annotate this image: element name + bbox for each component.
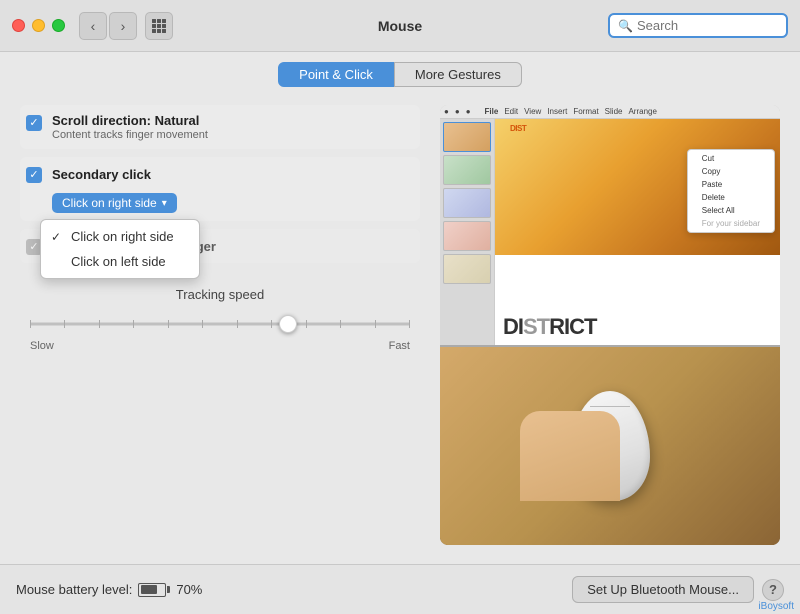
dropdown-label: Click on right side (62, 196, 157, 210)
secondary-click-dropdown[interactable]: Click on right side ▾ (52, 193, 177, 213)
main-content: ✓ Scroll direction: Natural Content trac… (0, 95, 800, 555)
iboysoft-credit: iBoysoft (758, 601, 794, 612)
close-button[interactable] (12, 19, 25, 32)
screen-main-area: DIST Cut Copy Paste Delete Select All Fo… (495, 119, 780, 345)
screen-sidebar (440, 119, 495, 345)
tracking-label: Tracking speed (30, 287, 410, 302)
battery-icon (138, 583, 170, 597)
screen-content: DIST Cut Copy Paste Delete Select All Fo… (440, 119, 780, 345)
fast-label: Fast (389, 340, 410, 352)
tracking-slider[interactable] (30, 312, 410, 336)
tab-bar: Point & Click More Gestures (0, 52, 800, 95)
check-icon: ✓ (29, 118, 38, 129)
battery-label: Mouse battery level: (16, 582, 132, 597)
tab-point-click[interactable]: Point & Click (278, 62, 394, 87)
setup-bluetooth-button[interactable]: Set Up Bluetooth Mouse... (572, 576, 754, 603)
preview-panel: ●●● File EditViewInsertFormatSlideArrang… (440, 105, 780, 545)
slide-thumb-4 (443, 221, 491, 251)
mouse-hand-area (440, 347, 780, 545)
screen-simulation: ●●● File EditViewInsertFormatSlideArrang… (440, 105, 780, 347)
battery-fill (141, 585, 157, 594)
chevron-down-icon: ▾ (162, 198, 167, 209)
ctx-cut: Cut (688, 152, 774, 165)
help-button[interactable]: ? (762, 579, 784, 601)
scroll-text-block: Scroll direction: Natural Content tracks… (52, 113, 208, 141)
tab-more-gestures[interactable]: More Gestures (394, 62, 522, 87)
district-text: DISTRICT (503, 314, 596, 340)
titlebar: ‹ › Mouse 🔍 (0, 0, 800, 52)
check-mark-icon: ✓ (51, 230, 65, 244)
scroll-sublabel: Content tracks finger movement (52, 129, 208, 141)
dropdown-option-2: Click on left side (71, 254, 166, 269)
window-title: Mouse (378, 18, 422, 34)
slide-thumb-2 (443, 155, 491, 185)
scroll-direction-row: ✓ Scroll direction: Natural Content trac… (20, 105, 420, 149)
preview-image: ●●● File EditViewInsertFormatSlideArrang… (440, 105, 780, 545)
search-icon: 🔍 (618, 19, 633, 33)
ctx-copy: Copy (688, 165, 774, 178)
check-icon-2: ✓ (29, 170, 38, 181)
traffic-lights (12, 19, 65, 32)
left-panel: ✓ Scroll direction: Natural Content trac… (20, 105, 420, 545)
no-check-mark (51, 255, 65, 269)
battery-tip (167, 586, 170, 593)
slide-thumb-1 (443, 122, 491, 152)
slow-label: Slow (30, 340, 54, 352)
bottom-bar: Mouse battery level: 70% Set Up Bluetoot… (0, 564, 800, 614)
forward-button[interactable]: › (109, 12, 137, 40)
battery-section: Mouse battery level: 70% (16, 582, 202, 597)
slider-labels: Slow Fast (30, 340, 410, 352)
context-menu: Cut Copy Paste Delete Select All For you… (687, 149, 775, 233)
ctx-delete: Delete (688, 191, 774, 204)
scroll-checkbox[interactable]: ✓ (26, 115, 42, 131)
screen-menubar: ●●● File EditViewInsertFormatSlideArrang… (440, 105, 780, 119)
search-input[interactable] (637, 18, 778, 33)
slider-thumb[interactable] (279, 315, 297, 333)
secondary-label: Secondary click (52, 167, 151, 182)
dropdown-menu: ✓ Click on right side Click on left side (40, 219, 200, 279)
grid-button[interactable] (145, 12, 173, 40)
secondary-click-row: ✓ Secondary click Click on right side ▾ … (20, 157, 420, 221)
dropdown-item-right[interactable]: ✓ Click on right side (41, 224, 199, 249)
scroll-label: Scroll direction: Natural (52, 113, 208, 128)
minimize-button[interactable] (32, 19, 45, 32)
ctx-sidebar: For your sidebar (688, 217, 774, 230)
ctx-select-all: Select All (688, 204, 774, 217)
dropdown-option-1: Click on right side (71, 229, 174, 244)
battery-body (138, 583, 166, 597)
slide-thumb-3 (443, 188, 491, 218)
maximize-button[interactable] (52, 19, 65, 32)
hand-shape (520, 411, 620, 501)
ctx-paste: Paste (688, 178, 774, 191)
tracking-section: Tracking speed Slow Fast (20, 287, 420, 352)
nav-buttons: ‹ › (79, 12, 137, 40)
check-icon-3: ✓ (29, 242, 38, 253)
search-box[interactable]: 🔍 (608, 13, 788, 38)
slide-thumb-5 (443, 254, 491, 284)
back-button[interactable]: ‹ (79, 12, 107, 40)
bottom-right: Set Up Bluetooth Mouse... ? (572, 576, 784, 603)
slider-ticks (30, 320, 410, 328)
battery-percent: 70% (176, 582, 202, 597)
dropdown-item-left[interactable]: Click on left side (41, 249, 199, 274)
secondary-click-inner: ✓ Secondary click (26, 165, 414, 183)
grid-icon (152, 19, 166, 33)
secondary-checkbox[interactable]: ✓ (26, 167, 42, 183)
